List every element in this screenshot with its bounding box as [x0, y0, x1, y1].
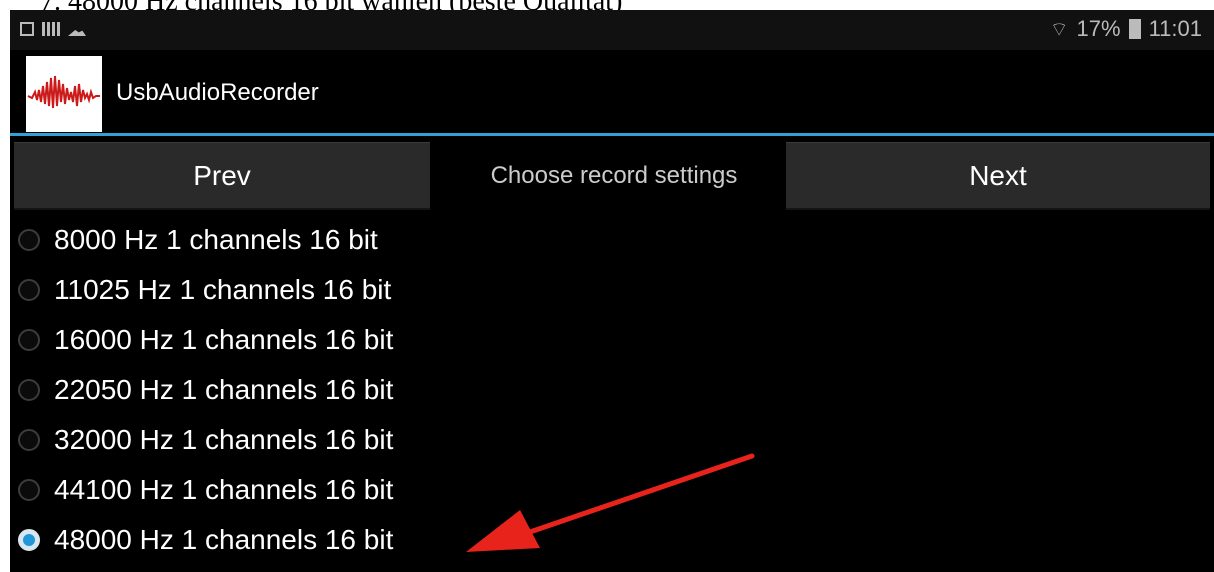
annotation-arrow-icon [466, 453, 755, 552]
tablet-screen: ⌔ 17% 11:01 UsbAudioRecorder Prev Choose… [10, 10, 1214, 572]
